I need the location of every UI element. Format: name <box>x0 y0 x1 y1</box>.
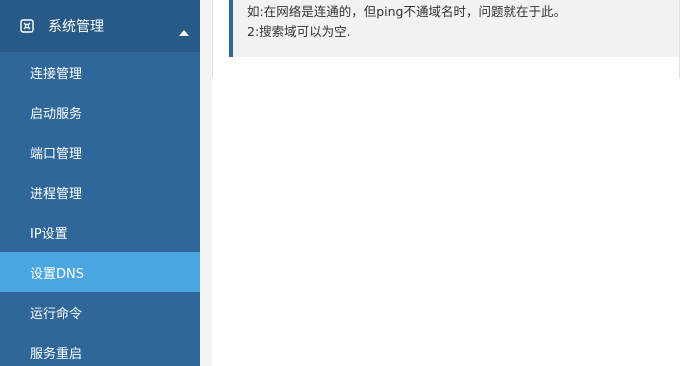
sidebar-item-label: 端口管理 <box>30 146 83 162</box>
sidebar-item-label: 进程管理 <box>30 186 83 202</box>
dns-notes-panel: 如:在网络是连通的，但ping不通域名时，问题就在于此。 2:搜索域可以为空. <box>212 0 680 79</box>
sidebar-item-ip-settings[interactable]: IP设置 <box>0 212 200 252</box>
note-line-2: 2:搜索域可以为空. <box>247 24 351 39</box>
content-area <box>212 78 680 366</box>
sidebar-item-process-management[interactable]: 进程管理 <box>0 172 200 212</box>
sidebar-item-startup-services[interactable]: 启动服务 <box>0 92 200 132</box>
sidebar-item-port-management[interactable]: 端口管理 <box>0 132 200 172</box>
sidebar-item-label: 服务重启 <box>30 346 83 362</box>
sidebar-item-label: 启动服务 <box>30 106 83 122</box>
sidebar-section-title: 系统管理 <box>48 19 104 35</box>
sidebar-item-connection-management[interactable]: 连接管理 <box>0 52 200 92</box>
main-content: 如:在网络是连通的，但ping不通域名时，问题就在于此。 2:搜索域可以为空. <box>200 0 680 366</box>
dns-tip-note: 如:在网络是连通的，但ping不通域名时，问题就在于此。 2:搜索域可以为空. <box>229 0 679 57</box>
caret-up-icon[interactable] <box>178 22 190 36</box>
sidebar-item-run-command[interactable]: 运行命令 <box>0 292 200 332</box>
sidebar-item-service-restart[interactable]: 服务重启 <box>0 332 200 366</box>
sidebar-section-system-management[interactable]: 系统管理 <box>0 0 200 52</box>
sidebar-item-label: 运行命令 <box>30 306 83 322</box>
sidebar-item-label: 设置DNS <box>30 266 84 282</box>
sidebar: 系统管理 连接管理 启动服务 端口管理 进程管理 IP设置 设置DNS 运行命令… <box>0 0 200 366</box>
system-settings-icon <box>20 19 34 33</box>
sidebar-item-label: 连接管理 <box>30 66 83 82</box>
sidebar-item-dns-settings[interactable]: 设置DNS <box>0 252 200 292</box>
sidebar-item-label: IP设置 <box>30 226 68 242</box>
note-line-1: 如:在网络是连通的，但ping不通域名时，问题就在于此。 <box>247 4 566 19</box>
